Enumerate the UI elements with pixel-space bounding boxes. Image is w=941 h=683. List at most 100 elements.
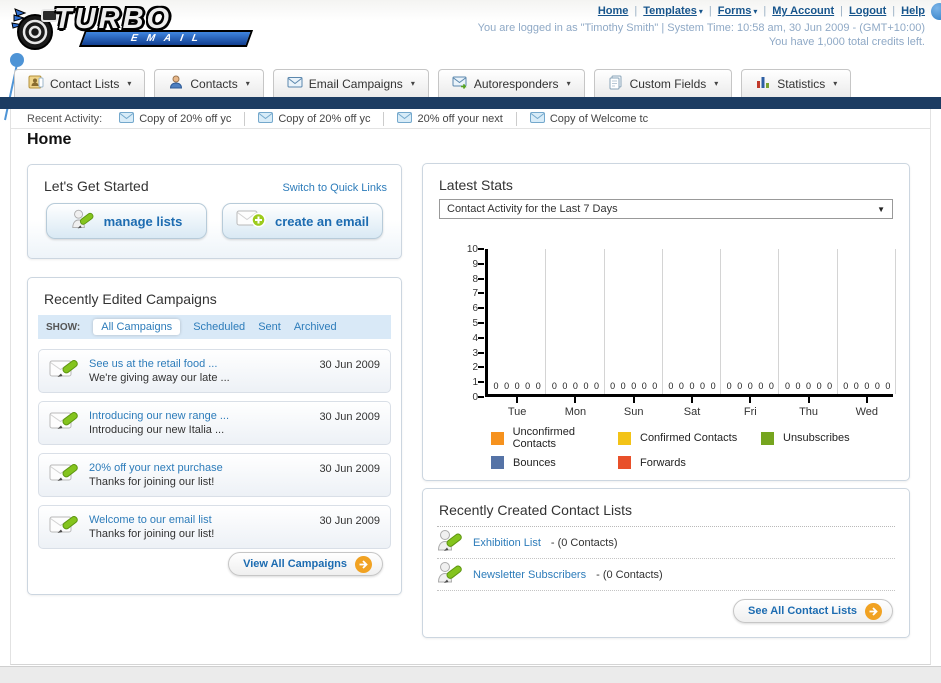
contact-lists-title: Recently Created Contact Lists xyxy=(439,502,632,518)
value-label: 0 xyxy=(795,381,801,391)
turbo-email-logo[interactable]: TURBO EMAIL xyxy=(8,3,254,53)
x-axis-label: Mon xyxy=(564,406,587,418)
chevron-down-icon: ▾ xyxy=(410,79,415,88)
y-axis-tick xyxy=(478,336,484,339)
x-axis-label: Sun xyxy=(623,406,644,418)
tab-contact-lists[interactable]: Contact Lists ▾ xyxy=(14,69,146,97)
y-axis-label: 3 xyxy=(472,347,478,359)
corner-dot-decoration xyxy=(931,3,941,20)
get-started-panel: Let's Get Started Switch to Quick Links … xyxy=(27,164,402,259)
campaign-row[interactable]: See us at the retail food ... We're givin… xyxy=(38,349,391,393)
legend-swatch xyxy=(491,431,504,445)
nav-separator: | xyxy=(634,5,638,17)
y-axis-label: 0 xyxy=(472,392,478,403)
tab-autoresponders[interactable]: Autoresponders ▾ xyxy=(437,69,585,97)
campaign-title-link[interactable]: Welcome to our email list xyxy=(89,513,309,527)
nav-link-logout[interactable]: Logout xyxy=(849,5,886,17)
switch-to-quick-links-link[interactable]: Switch to Quick Links xyxy=(282,182,387,194)
x-axis-label: Wed xyxy=(855,406,879,418)
tab-contacts[interactable]: Contacts ▾ xyxy=(154,69,264,97)
footer-bar xyxy=(0,666,941,683)
recent-activity-bar: Recent Activity: Copy of 20% off yc Copy … xyxy=(11,109,930,129)
tab-email-campaigns[interactable]: Email Campaigns ▾ xyxy=(272,69,429,97)
arrow-circle-icon xyxy=(865,602,882,620)
recent-activity-text: Copy of 20% off yc xyxy=(278,112,371,125)
filter-all-campaigns[interactable]: All Campaigns xyxy=(93,319,181,335)
main-tab-bar: Contact Lists ▾ Contacts ▾ Email Campaigns ▾ A… xyxy=(14,68,941,97)
campaign-date: 30 Jun 2009 xyxy=(319,411,380,423)
recent-activity-item[interactable]: Copy of 20% off yc xyxy=(258,111,385,126)
filter-sent[interactable]: Sent xyxy=(258,321,281,333)
contact-list-row[interactable]: Exhibition List - (0 Contacts) xyxy=(437,527,895,559)
nav-link-home[interactable]: Home xyxy=(598,5,629,17)
logo-text: TURBO EMAIL xyxy=(54,3,254,47)
filter-archived[interactable]: Archived xyxy=(294,321,337,333)
contacts-icon xyxy=(168,74,184,93)
tab-statistics[interactable]: Statistics ▾ xyxy=(741,69,852,97)
person-pencil-icon xyxy=(437,560,463,590)
campaign-title-link[interactable]: 20% off your next purchase xyxy=(89,461,309,475)
recent-activity-item[interactable]: Copy of 20% off yc xyxy=(119,111,246,126)
value-label: 0 xyxy=(885,381,891,391)
contact-list-rows: Exhibition List - (0 Contacts) Newsletter… xyxy=(437,526,895,591)
campaign-row[interactable]: Welcome to our email list Thanks for join… xyxy=(38,505,391,549)
value-label: 0 xyxy=(594,381,600,391)
campaign-date: 30 Jun 2009 xyxy=(319,463,380,475)
turbo-email-dashboard: TURBO EMAIL Home | Templates ▾ | Forms ▾ | My Ac… xyxy=(0,0,941,683)
contact-list-link[interactable]: Newsletter Subscribers xyxy=(473,569,586,581)
campaign-row[interactable]: 20% off your next purchase Thanks for joi… xyxy=(38,453,391,497)
value-label: 0 xyxy=(583,381,589,391)
chevron-down-icon: ▾ xyxy=(245,79,250,88)
navy-divider-bar xyxy=(0,97,941,109)
envelope-icon xyxy=(258,111,274,126)
chevron-down-icon: ▾ xyxy=(714,79,719,88)
nav-separator: | xyxy=(763,5,767,17)
login-info: You are logged in as "Timothy Smith" | S… xyxy=(478,21,925,49)
x-axis-tick xyxy=(632,397,635,403)
x-axis-label: Tue xyxy=(507,406,527,418)
y-axis-label: 10 xyxy=(466,244,478,255)
nav-link-my-account[interactable]: My Account xyxy=(772,5,834,17)
contact-list-row[interactable]: Newsletter Subscribers - (0 Contacts) xyxy=(437,559,895,591)
y-axis-label: 5 xyxy=(472,318,478,329)
stats-period-select[interactable]: Contact Activity for the Last 7 Days ▼ xyxy=(439,199,893,219)
nav-separator: | xyxy=(840,5,844,17)
nav-link-help[interactable]: Help xyxy=(901,5,925,17)
campaign-date: 30 Jun 2009 xyxy=(319,515,380,527)
legend-swatch xyxy=(618,431,631,445)
campaign-title-link[interactable]: See us at the retail food ... xyxy=(89,357,309,371)
tab-label: Contact Lists xyxy=(50,76,120,91)
chart-gridline xyxy=(661,249,663,394)
envelope-icon xyxy=(529,111,545,126)
nav-link-templates[interactable]: Templates xyxy=(643,5,697,17)
view-all-campaigns-button[interactable]: View All Campaigns xyxy=(228,552,383,576)
contact-lists-panel: Recently Created Contact Lists Exhibitio… xyxy=(422,488,910,638)
recent-activity-item[interactable]: 20% off your next xyxy=(397,111,517,126)
create-an-email-button[interactable]: create an email xyxy=(222,203,383,239)
legend-item-forwards: Forwards xyxy=(618,456,761,469)
chart-gridline xyxy=(545,249,547,394)
value-label: 0 xyxy=(816,381,822,391)
campaign-row[interactable]: Introducing our new range ... Introducing… xyxy=(38,401,391,445)
tab-custom-fields[interactable]: Custom Fields ▾ xyxy=(593,69,733,97)
login-line: You are logged in as "Timothy Smith" | S… xyxy=(477,22,925,34)
value-label: 0 xyxy=(784,381,790,391)
filter-scheduled[interactable]: Scheduled xyxy=(193,321,245,333)
value-label: 0 xyxy=(631,381,637,391)
contact-list-link[interactable]: Exhibition List xyxy=(473,537,541,549)
recent-activity-text: Copy of 20% off yc xyxy=(139,112,232,125)
recent-activity-item[interactable]: Copy of Welcome tc xyxy=(529,111,661,126)
value-labels-group: 00000 xyxy=(488,381,546,391)
campaign-filters: All Campaigns Scheduled Sent Archived xyxy=(93,319,337,335)
y-axis-label: 8 xyxy=(472,273,478,285)
campaign-title-link[interactable]: Introducing our new range ... xyxy=(89,409,309,423)
see-all-contact-lists-label: See All Contact Lists xyxy=(747,605,857,617)
manage-lists-button[interactable]: manage lists xyxy=(46,203,207,239)
value-label: 0 xyxy=(758,381,764,391)
envelope-pencil-icon xyxy=(49,356,79,386)
nav-link-forms[interactable]: Forms xyxy=(718,5,752,17)
y-axis-tick xyxy=(478,262,484,265)
value-label: 0 xyxy=(562,381,568,391)
see-all-contact-lists-button[interactable]: See All Contact Lists xyxy=(732,599,893,623)
get-started-buttons: manage lists create an email xyxy=(28,194,401,239)
